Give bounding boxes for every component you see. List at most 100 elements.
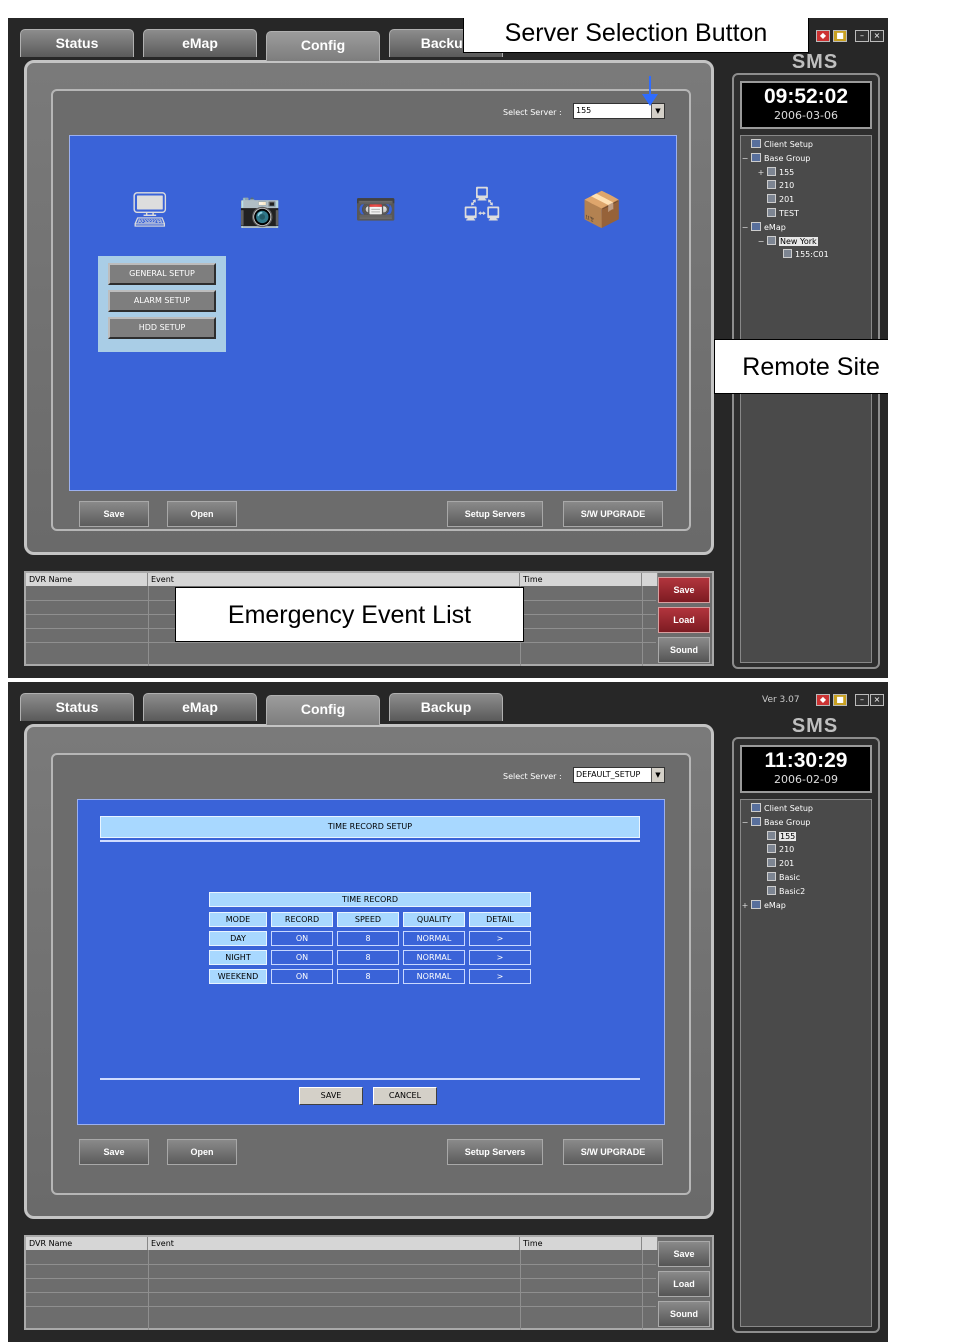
tree-node[interactable]: 155 [741,830,871,844]
tree-node[interactable]: − Base Group [741,152,871,166]
event-load-button[interactable]: Load [658,1271,710,1297]
quality-cell[interactable]: NORMAL [403,969,465,984]
alarm-icon[interactable]: ◆ [816,694,830,706]
hdd-setup-button[interactable]: HDD SETUP [108,317,216,339]
event-row-line [26,1278,656,1279]
expand-icon[interactable]: + [757,166,765,180]
quality-cell[interactable]: NORMAL [403,931,465,946]
clock: 11:30:29 2006-02-09 [740,745,872,793]
recording-icon[interactable]: 📼 [354,188,398,232]
server-select[interactable]: DEFAULT_SETUP ▼ [573,767,665,783]
general-setup-button[interactable]: GENERAL SETUP [108,263,216,285]
tree-node[interactable]: Basic [741,871,871,885]
sms-config-screen-2: Status eMap Config Backup Ver 3.07 SMS ◆… [8,682,888,1342]
cancel-setup-button[interactable]: CANCEL [373,1087,437,1105]
open-button[interactable]: Open [167,501,237,527]
clock: 09:52:02 2006-03-06 [740,81,872,129]
network-icon[interactable]: 🖧 [460,186,504,232]
lock-icon[interactable]: ■ [833,30,847,42]
dvr-server-icon [783,249,792,259]
tab-status[interactable]: Status [20,29,134,57]
col-event: Event [148,573,520,586]
clock-date: 2006-02-09 [774,773,838,786]
tree-node[interactable]: − Base Group [741,816,871,830]
detail-button[interactable]: > [469,950,531,965]
close-icon[interactable]: × [870,30,884,42]
collapse-icon[interactable]: − [741,221,749,235]
camera-icon[interactable]: 📷 [238,188,282,232]
tab-config[interactable]: Config [266,31,380,61]
lock-icon[interactable]: ■ [833,694,847,706]
save-button[interactable]: Save [79,1139,149,1165]
clock-date: 2006-03-06 [774,109,838,122]
tree-node[interactable]: 201 [741,193,871,207]
tab-emap[interactable]: eMap [143,693,257,721]
sw-upgrade-button[interactable]: S/W UPGRADE [563,501,663,527]
divider [100,840,640,842]
event-save-button[interactable]: Save [658,1241,710,1267]
open-button[interactable]: Open [167,1139,237,1165]
alarm-setup-button[interactable]: ALARM SETUP [108,290,216,312]
tree-node[interactable]: 155:C01 [741,248,871,262]
speed-cell[interactable]: 8 [337,931,399,946]
event-col-line [148,586,149,666]
col-dvr-name: DVR Name [26,573,148,586]
record-cell[interactable]: ON [271,969,333,984]
tree-node[interactable]: 210 [741,179,871,193]
tree-node-label: Client Setup [764,804,813,813]
tree-node[interactable]: − New York [741,235,871,249]
tab-status[interactable]: Status [20,693,134,721]
save-button[interactable]: Save [79,501,149,527]
event-sound-button[interactable]: Sound [658,1301,710,1327]
setup-title-bar: TIME RECORD SETUP [100,816,640,838]
tree-node[interactable]: Client Setup [741,138,871,152]
general-setup-icon[interactable]: 🖥 [128,188,172,232]
tree-node[interactable]: Client Setup [741,802,871,816]
event-sound-button[interactable]: Sound [658,637,710,663]
system-icon[interactable]: 📦 [580,188,624,232]
collapse-icon[interactable]: − [741,152,749,166]
app-title: SMS [791,51,839,73]
tree-node[interactable]: 201 [741,857,871,871]
detail-button[interactable]: > [469,969,531,984]
tree-node[interactable]: 210 [741,843,871,857]
tab-backup[interactable]: Backup [389,693,503,721]
save-setup-button[interactable]: SAVE [299,1087,363,1105]
callout-arrow-head [642,94,658,106]
tree-node-label: New York [779,236,818,246]
speed-cell[interactable]: 8 [337,950,399,965]
event-save-button[interactable]: Save [658,577,710,603]
expand-icon[interactable]: + [741,899,749,913]
dvr-server-icon [767,885,776,895]
time-record-setup-area: TIME RECORD SETUP TIME RECORD MODE RECOR… [77,799,665,1125]
detail-button[interactable]: > [469,931,531,946]
col-extra [642,573,658,586]
group-icon [751,816,761,826]
tab-emap[interactable]: eMap [143,29,257,57]
record-cell[interactable]: ON [271,950,333,965]
tab-config[interactable]: Config [266,695,380,725]
tree-node[interactable]: − eMap [741,221,871,235]
speed-cell[interactable]: 8 [337,969,399,984]
tree-node[interactable]: TEST [741,207,871,221]
remote-site-tree: Client Setup − Base Group 155 210 201 Basic Bas… [740,799,872,1327]
tree-node-label: Base Group [764,817,811,827]
collapse-icon[interactable]: − [757,235,765,249]
setup-servers-button[interactable]: Setup Servers [447,1139,543,1165]
tree-node[interactable]: Basic2 [741,885,871,899]
collapse-icon[interactable]: − [741,816,749,830]
close-icon[interactable]: × [870,694,884,706]
alarm-icon[interactable]: ◆ [816,30,830,42]
event-load-button[interactable]: Load [658,607,710,633]
setup-servers-button[interactable]: Setup Servers [447,501,543,527]
quality-cell[interactable]: NORMAL [403,950,465,965]
minimize-icon[interactable]: – [855,694,869,706]
sw-upgrade-button[interactable]: S/W UPGRADE [563,1139,663,1165]
minimize-icon[interactable]: – [855,30,869,42]
tree-node[interactable]: +155 [741,166,871,180]
tree-node[interactable]: + eMap [741,899,871,913]
config-frame: Select Server : 155 ▼ 🖥 📷 📼 🖧 📦 GENERAL … [24,60,714,555]
dropdown-arrow-icon[interactable]: ▼ [651,768,664,782]
record-cell[interactable]: ON [271,931,333,946]
dropdown-arrow-icon[interactable]: ▼ [651,104,664,118]
